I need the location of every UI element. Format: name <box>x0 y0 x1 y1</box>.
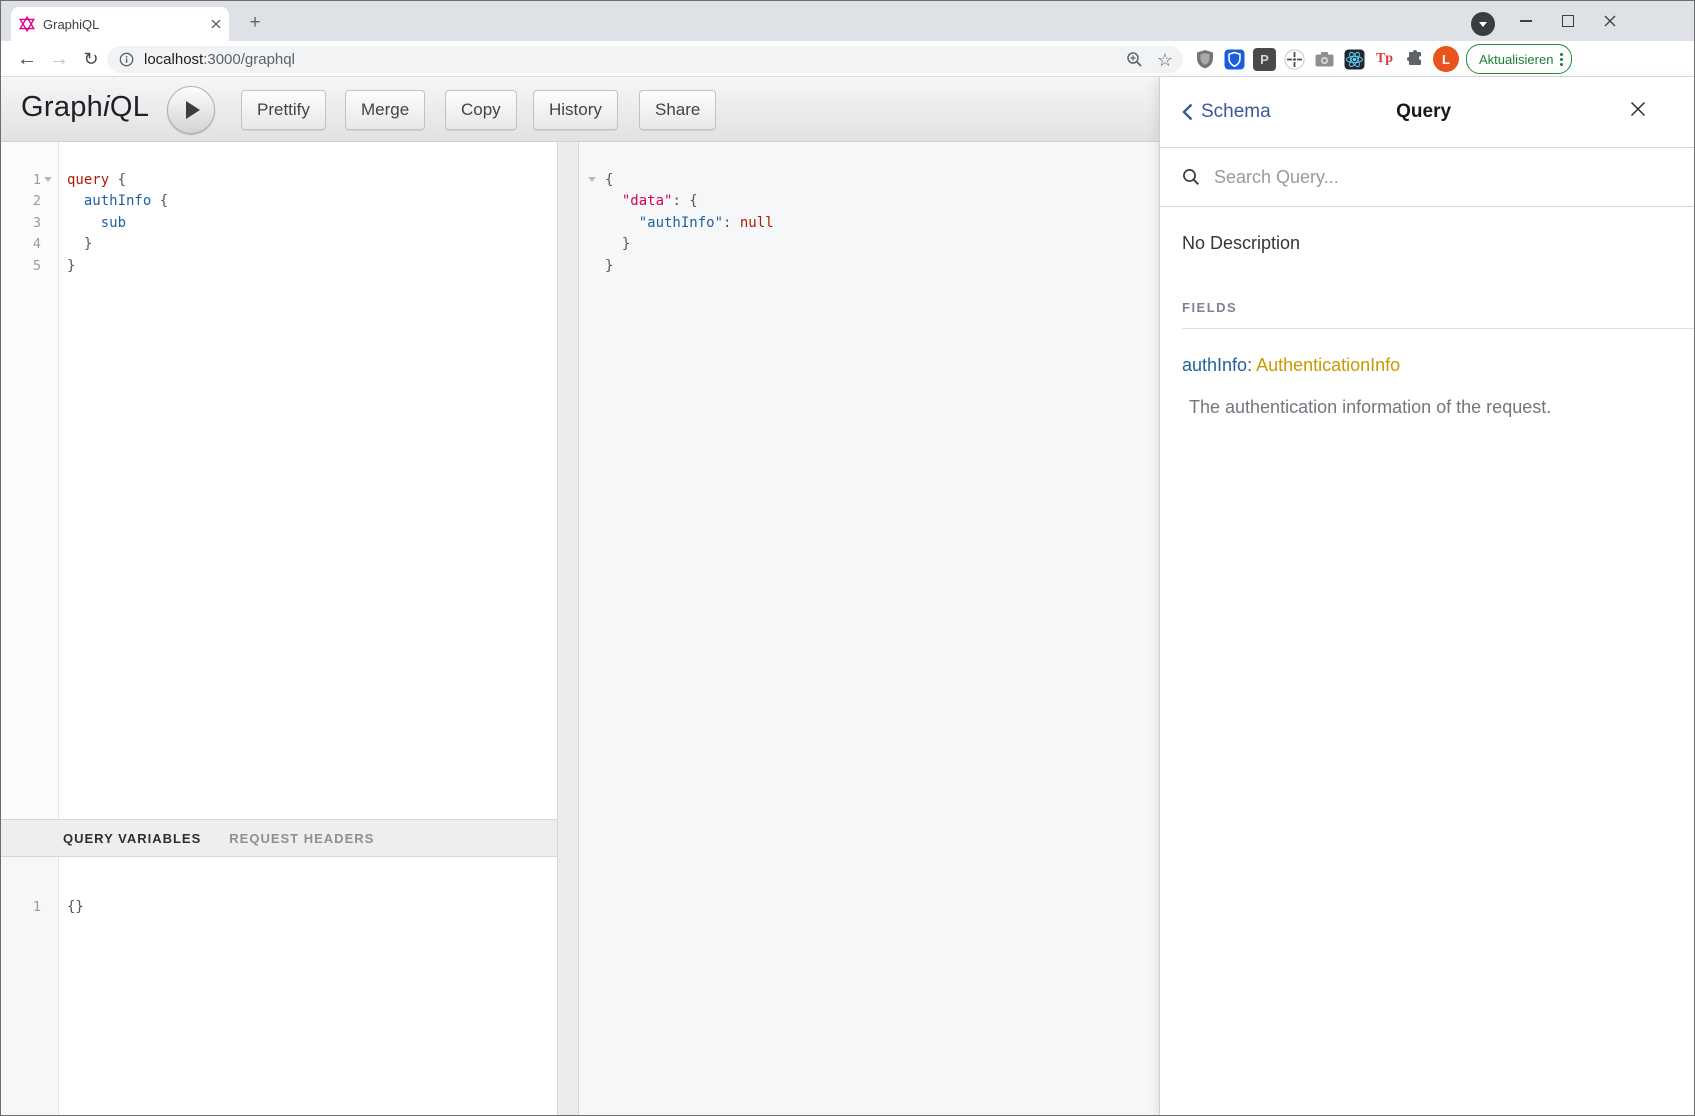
doc-body: No Description FIELDS authInfo: Authenti… <box>1160 233 1695 418</box>
field-authinfo: authInfo: AuthenticationInfo <box>1182 355 1674 376</box>
copy-button[interactable]: Copy <box>445 90 517 130</box>
tab-request-headers[interactable]: REQUEST HEADERS <box>229 831 374 846</box>
fold-arrow-icon[interactable] <box>588 177 596 182</box>
code-line[interactable]: 5} <box>1 255 557 277</box>
code-line[interactable]: } <box>579 234 1159 256</box>
field-type-link[interactable]: AuthenticationInfo <box>1256 355 1400 375</box>
doc-search-input[interactable] <box>1212 166 1556 189</box>
code-line[interactable]: 1query { <box>1 169 557 191</box>
code-line[interactable]: 3 sub <box>1 212 557 234</box>
history-button[interactable]: History <box>533 90 618 130</box>
graphiql-logo: GraphiQL <box>21 91 149 124</box>
window-maximize-button[interactable] <box>1547 1 1589 41</box>
line-number: 3 <box>1 215 58 231</box>
doc-title: Query <box>1396 101 1451 123</box>
doc-search-row <box>1160 148 1695 207</box>
browser-tab-graphiql[interactable]: GraphiQL <box>11 7 229 41</box>
play-icon <box>186 101 200 119</box>
doc-back-link[interactable]: Schema <box>1182 101 1271 123</box>
crosshair-picker-icon[interactable] <box>1283 48 1306 71</box>
bitwarden-icon[interactable] <box>1223 48 1246 71</box>
page-info-icon[interactable] <box>119 52 134 67</box>
code-line[interactable]: "data": { <box>579 191 1159 213</box>
code-text: query { <box>58 172 126 188</box>
graphql-favicon-icon <box>19 16 35 32</box>
tp-extension-icon[interactable]: Tp <box>1373 48 1396 71</box>
code-text: authInfo { <box>58 193 168 209</box>
reload-button[interactable]: ↻ <box>75 41 107 77</box>
line-number: 1 <box>1 172 58 188</box>
react-devtools-icon[interactable] <box>1343 48 1366 71</box>
code-line[interactable]: "authInfo": null <box>579 212 1159 234</box>
window-close-button[interactable] <box>1589 1 1631 41</box>
search-icon <box>1182 168 1200 186</box>
fields-divider <box>1182 328 1695 329</box>
code-text: {} <box>58 899 84 915</box>
code-text: } <box>58 236 92 252</box>
pane-splitter[interactable] <box>557 142 579 1115</box>
code-text: "authInfo": null <box>605 215 774 231</box>
result-pane[interactable]: { "data": { "authInfo": null }} <box>579 142 1159 1115</box>
line-number: 1 <box>1 899 58 915</box>
chevron-left-icon <box>1182 103 1193 121</box>
code-text: } <box>58 258 75 274</box>
profile-avatar[interactable]: L <box>1433 46 1459 72</box>
doc-close-icon[interactable] <box>1630 101 1646 117</box>
ublock-shield-icon[interactable] <box>1193 48 1216 71</box>
p-extension-icon[interactable]: P <box>1253 48 1276 71</box>
code-line[interactable]: 1{} <box>1 896 557 918</box>
browser-window: GraphiQL + ← → ↻ localhost:3000/graphql <box>0 0 1695 1116</box>
code-text: } <box>605 258 613 274</box>
tab-strip: GraphiQL + <box>1 1 1694 41</box>
execute-query-button[interactable] <box>167 86 215 134</box>
fields-section-label: FIELDS <box>1182 300 1674 315</box>
code-line[interactable]: { <box>579 169 1159 191</box>
code-text: "data": { <box>605 193 698 209</box>
tab-title: GraphiQL <box>43 17 211 32</box>
address-bar[interactable]: localhost:3000/graphql ☆ <box>107 46 1183 73</box>
doc-back-label: Schema <box>1201 101 1271 123</box>
update-button-label: Aktualisieren <box>1479 52 1553 67</box>
share-button[interactable]: Share <box>639 90 716 130</box>
variables-tab-bar: QUERY VARIABLES REQUEST HEADERS <box>1 819 557 857</box>
doc-explorer-header: Schema Query <box>1160 77 1695 148</box>
url-text[interactable]: localhost:3000/graphql <box>144 51 295 68</box>
bookmark-star-icon[interactable]: ☆ <box>1157 51 1173 69</box>
prettify-button[interactable]: Prettify <box>241 90 326 130</box>
graphiql-topbar: GraphiQL Prettify Merge Copy History Sha… <box>1 77 1159 142</box>
code-line[interactable]: 4 } <box>1 234 557 256</box>
tab-close-icon[interactable] <box>211 19 221 29</box>
type-description: No Description <box>1182 233 1674 254</box>
back-button[interactable]: ← <box>11 41 43 77</box>
field-name-link[interactable]: authInfo <box>1182 355 1247 375</box>
code-line[interactable]: } <box>579 255 1159 277</box>
window-minimize-button[interactable] <box>1505 1 1547 41</box>
code-text: sub <box>58 215 126 231</box>
camera-icon[interactable] <box>1313 48 1336 71</box>
field-description: The authentication information of the re… <box>1182 397 1674 418</box>
merge-button[interactable]: Merge <box>345 90 425 130</box>
new-tab-button[interactable]: + <box>241 9 269 37</box>
query-variables-editor[interactable]: 1{} <box>1 857 557 1115</box>
doc-explorer-panel: Schema Query No Description FIELDS authI… <box>1159 77 1695 1115</box>
query-editor[interactable]: 1query {2 authInfo {3 sub4 }5} <box>1 142 557 819</box>
extensions-row: P Tp <box>1193 41 1572 77</box>
menu-kebab-icon[interactable] <box>1560 53 1563 66</box>
code-text: { <box>605 172 613 188</box>
fold-arrow-icon[interactable] <box>44 177 52 182</box>
line-number: 5 <box>1 258 58 274</box>
extensions-puzzle-icon[interactable] <box>1403 48 1426 71</box>
forward-button[interactable]: → <box>43 41 75 77</box>
code-text: } <box>605 236 630 252</box>
tab-query-variables[interactable]: QUERY VARIABLES <box>63 831 201 846</box>
line-number: 2 <box>1 193 58 209</box>
chrome-update-button[interactable]: Aktualisieren <box>1466 44 1572 74</box>
fold-column <box>579 177 605 182</box>
field-colon: : <box>1247 355 1256 375</box>
code-line[interactable]: 2 authInfo { <box>1 191 557 213</box>
line-number: 4 <box>1 236 58 252</box>
tab-search-caret-icon[interactable] <box>1471 12 1495 36</box>
zoom-page-icon[interactable] <box>1126 51 1143 68</box>
